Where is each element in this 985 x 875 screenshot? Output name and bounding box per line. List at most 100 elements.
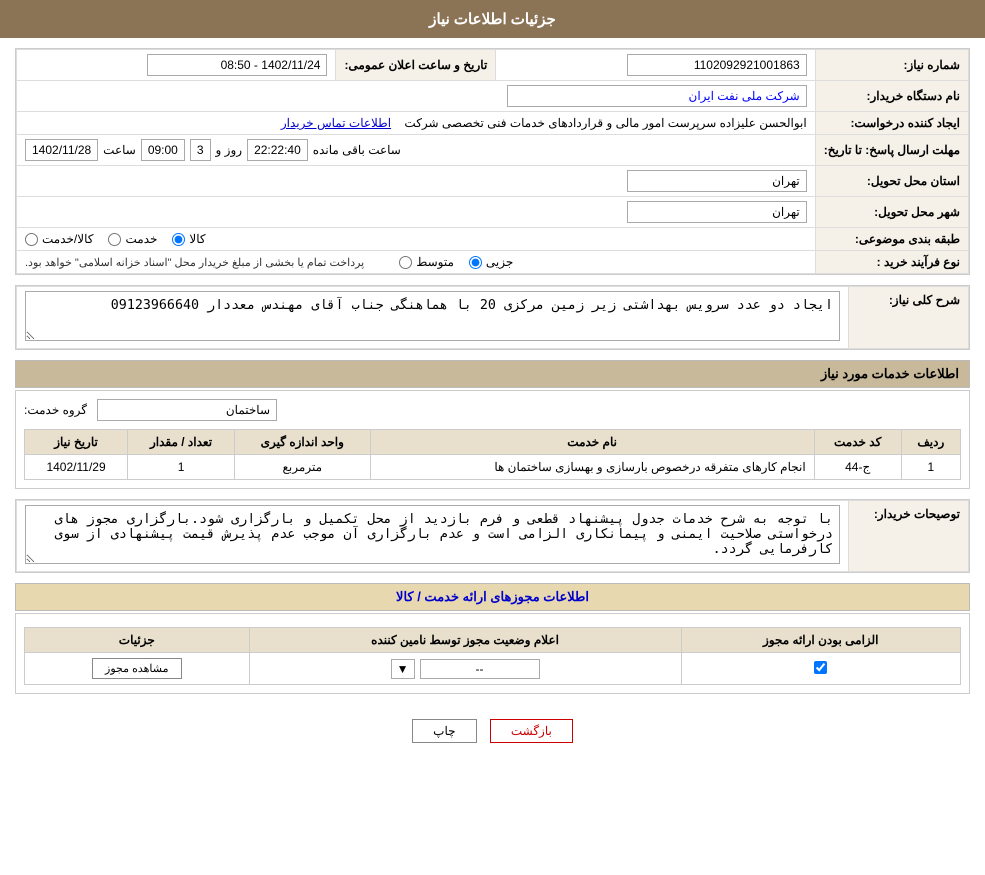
services-table: ردیف کد خدمت نام خدمت واحد اندازه گیری ت… (24, 429, 961, 480)
mohlat-roz-label: روز و (216, 143, 243, 157)
mojaz-elzami-cell (681, 653, 960, 685)
sharh-row: شرح کلی نیاز: (17, 287, 969, 349)
radio-kala-label: کالا (189, 232, 205, 246)
tarikhe-elam-label: تاریخ و ساعت اعلان عمومی: (336, 50, 496, 81)
col-joziyat: جزئیات (25, 628, 250, 653)
mojaz-table: الزامی بودن ارائه مجوز اعلام وضعیت مجوز … (24, 627, 961, 685)
mojaz-dropdown-arrow-btn[interactable]: ▼ (391, 659, 415, 679)
page-header: جزئیات اطلاعات نیاز (0, 0, 985, 38)
mohlat-saat: 09:00 (141, 139, 185, 161)
sharh-label: شرح کلی نیاز: (849, 287, 969, 349)
info-row-farayand: نوع فرآیند خرید : پرداخت تمام یا بخشی از… (17, 251, 969, 274)
toseeh-label: توصیحات خریدار: (849, 501, 969, 572)
tabaqe-radio-group: کالا/خدمت خدمت کالا (25, 232, 807, 246)
gorohe-khadamat-row: گروه خدمت: ساختمان (24, 399, 961, 421)
mojaz-joziyat-cell: مشاهده مجوز (25, 653, 250, 685)
page-wrapper: جزئیات اطلاعات نیاز شماره نیاز: 11020929… (0, 0, 985, 875)
col-tarikh: تاریخ نیاز (25, 430, 128, 455)
cell-tedad: 1 (128, 455, 235, 480)
radio-matawaset-label: متوسط (416, 255, 454, 269)
namDastgah-value: شرکت ملی نفت ایران (507, 85, 807, 107)
khadamat-section: گروه خدمت: ساختمان ردیف کد خدمت نام خدمت… (15, 390, 970, 489)
farayand-radio-group: پرداخت تمام یا بخشی از مبلغ خریدار محل "… (25, 255, 807, 269)
mojaz-elam-cell: -- ▼ (249, 653, 681, 685)
radio-matawaset-input[interactable] (399, 256, 412, 269)
tabaqe-label: طبقه بندی موضوعی: (815, 228, 968, 251)
mohlat-roz: 3 (190, 139, 211, 161)
mojaz-dropdown-value: -- (420, 659, 540, 679)
col-kod: کد خدمت (814, 430, 901, 455)
cell-tarikh: 1402/11/29 (25, 455, 128, 480)
shomareNiaz-value: 1102092921001863 (627, 54, 807, 76)
radio-matawaset[interactable]: متوسط (399, 255, 454, 269)
mojaz-row: -- ▼ مشاهده مجوز (25, 653, 961, 685)
col-vahed: واحد اندازه گیری (234, 430, 370, 455)
farayand-desc: پرداخت تمام یا بخشی از مبلغ خریدار محل "… (25, 256, 364, 269)
info-row-ijan: ایجاد کننده درخواست: ابوالحسن علیزاده سر… (17, 112, 969, 135)
col-elam: اعلام وضعیت مجوز توسط نامین کننده (249, 628, 681, 653)
toseeh-section: توصیحات خریدار: (15, 499, 970, 573)
noFarayand-label: نوع فرآیند خرید : (815, 251, 968, 274)
mohlat-mande: 22:22:40 (247, 139, 308, 161)
info-row-shomara: شماره نیاز: 1102092921001863 تاریخ و ساع… (17, 50, 969, 81)
info-row-shahr: شهر محل تحویل: تهران (17, 197, 969, 228)
col-elzami: الزامی بودن ارائه مجوز (681, 628, 960, 653)
mohlat-saat-label: ساعت (103, 143, 136, 157)
print-button[interactable]: چاپ (412, 719, 476, 743)
info-row-mohlat: مهلت ارسال پاسخ: تا تاریخ: 1402/11/28 سا… (17, 135, 969, 166)
mojaz-view-button[interactable]: مشاهده مجوز (92, 658, 181, 679)
namDastgah-label: نام دستگاه خریدار: (815, 81, 968, 112)
shomareNiaz-label: شماره نیاز: (815, 50, 968, 81)
toseeh-textarea[interactable] (25, 505, 840, 564)
info-section: شماره نیاز: 1102092921001863 تاریخ و ساع… (15, 48, 970, 275)
ostan-value: تهران (627, 170, 807, 192)
gorohe-khadamat-label: گروه خدمت: (24, 403, 87, 417)
cell-name: انجام کارهای متفرقه درخصوص بارسازی و بهس… (370, 455, 814, 480)
tarikhe-elam-value: 1402/11/24 - 08:50 (147, 54, 327, 76)
radio-kala-khadamat-input[interactable] (25, 233, 38, 246)
col-radif: ردیف (901, 430, 960, 455)
radio-jozei-input[interactable] (469, 256, 482, 269)
ijanKonande-label: ایجاد کننده درخواست: (815, 112, 968, 135)
radio-jozei-label: جزیی (486, 255, 513, 269)
shahr-value: تهران (627, 201, 807, 223)
footer-buttons: بازگشت چاپ (15, 704, 970, 758)
mohlat-mande-label: ساعت باقی مانده (313, 143, 401, 157)
info-table: شماره نیاز: 1102092921001863 تاریخ و ساع… (16, 49, 969, 274)
radio-kala-khadamat[interactable]: کالا/خدمت (25, 232, 93, 246)
mojaz-header-row: الزامی بودن ارائه مجوز اعلام وضعیت مجوز … (25, 628, 961, 653)
services-row-0: 1 ج-44 انجام کارهای متفرقه درخصوص بارساز… (25, 455, 961, 480)
col-name: نام خدمت (370, 430, 814, 455)
mohlat-date: 1402/11/28 (25, 139, 98, 161)
radio-jozei[interactable]: جزیی (469, 255, 513, 269)
cell-radif: 1 (901, 455, 960, 480)
info-row-dastgah: نام دستگاه خریدار: شرکت ملی نفت ایران (17, 81, 969, 112)
gorohe-khadamat-value: ساختمان (97, 399, 277, 421)
mojaz-checkbox[interactable] (814, 661, 827, 674)
radio-khadamat-input[interactable] (108, 233, 121, 246)
toseeh-table: توصیحات خریدار: (16, 500, 969, 572)
info-row-tabaqe: طبقه بندی موضوعی: کالا/خدمت خدمت (17, 228, 969, 251)
sharh-textarea[interactable] (25, 291, 840, 341)
shahr-label: شهر محل تحویل: (815, 197, 968, 228)
sharh-table: شرح کلی نیاز: (16, 286, 969, 349)
back-button[interactable]: بازگشت (490, 719, 573, 743)
info-row-ostan: استان محل تحویل: تهران (17, 166, 969, 197)
ijanKonande-value: ابوالحسن علیزاده سرپرست امور مالی و قرار… (404, 116, 806, 130)
khadamat-section-title: اطلاعات خدمات مورد نیاز (15, 360, 970, 388)
mojaz-section: الزامی بودن ارائه مجوز اعلام وضعیت مجوز … (15, 613, 970, 694)
mojaz-section-title: اطلاعات مجوزهای ارائه خدمت / کالا (15, 583, 970, 611)
radio-kala[interactable]: کالا (172, 232, 205, 246)
cell-kod: ج-44 (814, 455, 901, 480)
toseeh-row: توصیحات خریدار: (17, 501, 969, 572)
radio-kala-input[interactable] (172, 233, 185, 246)
sharh-section: شرح کلی نیاز: (15, 285, 970, 350)
main-content: شماره نیاز: 1102092921001863 تاریخ و ساع… (0, 38, 985, 768)
mojaz-dropdown-container: -- ▼ (258, 659, 673, 679)
ostan-label: استان محل تحویل: (815, 166, 968, 197)
services-header-row: ردیف کد خدمت نام خدمت واحد اندازه گیری ت… (25, 430, 961, 455)
radio-kala-khadamat-label: کالا/خدمت (42, 232, 93, 246)
cell-vahed: مترمربع (234, 455, 370, 480)
radio-khadamat[interactable]: خدمت (108, 232, 157, 246)
etela-link[interactable]: اطلاعات تماس خریدار (281, 116, 391, 130)
